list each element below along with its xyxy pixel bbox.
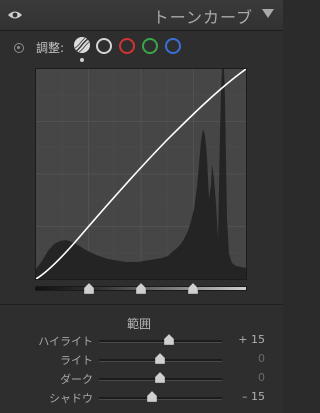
darks-slider-thumb[interactable]	[155, 372, 165, 383]
lights-label: ライト	[60, 354, 93, 367]
split-point-highlight-thumb[interactable]	[188, 283, 198, 294]
lights-row: ライト 0	[0, 350, 283, 370]
blue-curve-button[interactable]	[165, 38, 181, 54]
selected-indicator-dot	[80, 58, 84, 62]
highlights-row: ハイライト + 15	[0, 331, 283, 351]
darks-label: ダーク	[60, 373, 93, 386]
collapse-arrow-icon[interactable]	[262, 9, 274, 18]
parametric-curve-button[interactable]	[74, 37, 90, 53]
darks-row: ダーク 0	[0, 369, 283, 389]
tone-curve-panel: トーンカーブ 調整: 範囲 ハイライト + 15 ライト 0 ダーク 0 シャド…	[0, 0, 283, 413]
region-title: 範囲	[127, 317, 152, 331]
rgb-curve-button[interactable]	[96, 38, 112, 54]
curve-graph[interactable]	[36, 69, 246, 279]
target-adjustment-icon[interactable]	[14, 43, 24, 53]
panel-header[interactable]: トーンカーブ	[0, 0, 283, 31]
shadows-value[interactable]: – 15	[242, 390, 265, 403]
highlights-slider-thumb[interactable]	[164, 334, 174, 345]
shadows-row: シャドウ – 15	[0, 388, 283, 408]
divider	[0, 304, 283, 305]
red-curve-button[interactable]	[119, 38, 135, 54]
highlights-value[interactable]: + 15	[238, 333, 265, 346]
adjust-row: 調整:	[0, 34, 283, 62]
adjust-label: 調整:	[36, 41, 65, 55]
split-point-shadow-thumb[interactable]	[84, 283, 94, 294]
lights-slider-thumb[interactable]	[155, 353, 165, 364]
eye-icon[interactable]	[7, 10, 23, 20]
split-point-mid-thumb[interactable]	[136, 283, 146, 294]
shadows-slider-thumb[interactable]	[147, 391, 157, 402]
shadows-label: シャドウ	[49, 392, 93, 405]
panel-title: トーンカーブ	[152, 8, 253, 27]
highlights-slider-track[interactable]	[99, 340, 222, 343]
parametric-curve-icon	[74, 37, 90, 53]
shadows-slider-track[interactable]	[99, 397, 222, 400]
curve-editor[interactable]	[35, 68, 247, 280]
darks-value[interactable]: 0	[258, 371, 265, 384]
highlights-label: ハイライト	[38, 335, 93, 348]
green-curve-button[interactable]	[142, 38, 158, 54]
lights-value[interactable]: 0	[258, 352, 265, 365]
